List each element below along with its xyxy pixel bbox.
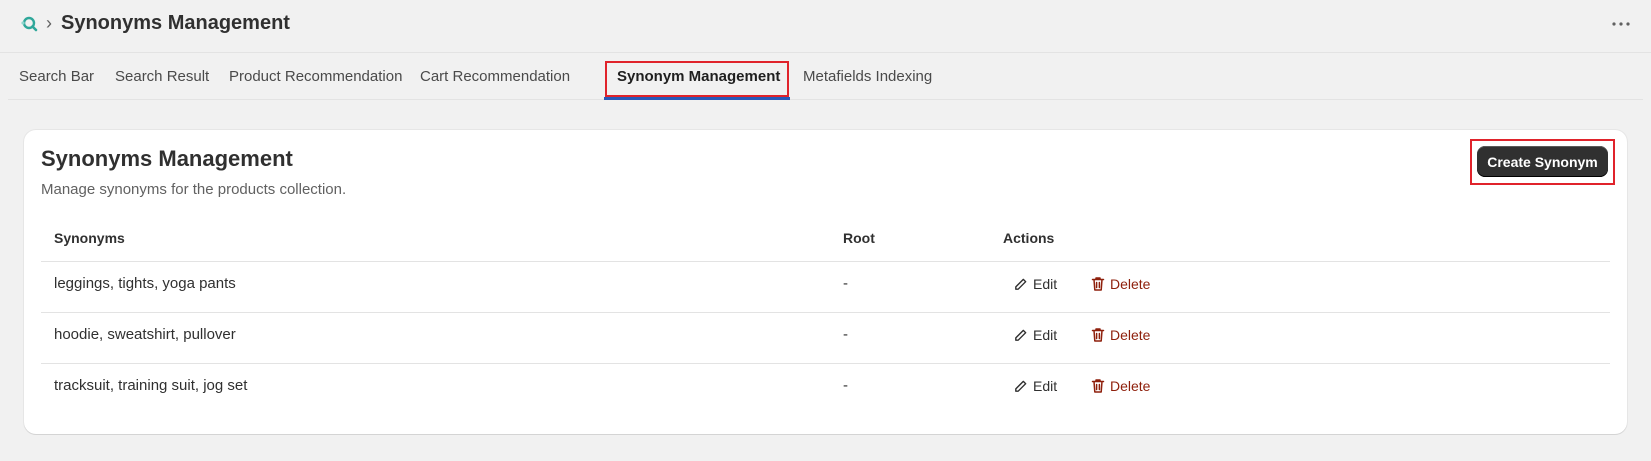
synonyms-card: Synonyms Management Manage synonyms for … xyxy=(24,130,1627,434)
table-row: tracksuit, training suit, jog set - Edit… xyxy=(41,364,1610,415)
table-header: Synonyms Root Actions xyxy=(41,212,1610,262)
trash-icon xyxy=(1091,327,1105,343)
delete-label: Delete xyxy=(1110,276,1151,292)
table-row: leggings, tights, yoga pants - Edit Dele… xyxy=(41,262,1610,313)
card-subtitle: Manage synonyms for the products collect… xyxy=(41,181,347,198)
more-horizontal-icon xyxy=(1612,22,1630,26)
pencil-icon xyxy=(1013,328,1028,343)
delete-label: Delete xyxy=(1110,378,1151,394)
table-row: hoodie, sweatshirt, pullover - Edit Dele… xyxy=(41,313,1610,364)
synonyms-cell: hoodie, sweatshirt, pullover xyxy=(54,326,236,343)
top-bar: › Synonyms Management xyxy=(0,0,1651,53)
synonyms-cell: tracksuit, training suit, jog set xyxy=(54,377,248,394)
column-header-actions: Actions xyxy=(1003,230,1055,246)
tab-search-bar[interactable]: Search Bar xyxy=(8,53,105,100)
tab-bar: Search Bar Search Result Product Recomme… xyxy=(8,53,1643,100)
tab-cart-recommendation[interactable]: Cart Recommendation xyxy=(409,53,581,100)
root-cell: - xyxy=(843,326,848,343)
trash-icon xyxy=(1091,378,1105,394)
active-tab-underline xyxy=(604,97,790,100)
active-tab-highlight-box xyxy=(605,61,789,97)
pencil-icon xyxy=(1013,277,1028,292)
edit-button[interactable]: Edit xyxy=(1013,276,1057,292)
page-title: Synonyms Management xyxy=(61,12,290,34)
edit-label: Edit xyxy=(1033,327,1058,343)
edit-label: Edit xyxy=(1033,276,1058,292)
create-synonym-button[interactable]: Create Synonym xyxy=(1477,146,1608,177)
more-actions-button[interactable] xyxy=(1605,12,1637,36)
root-cell: - xyxy=(843,275,848,292)
trash-icon xyxy=(1091,276,1105,292)
search-app-logo-icon[interactable] xyxy=(20,15,40,33)
card-title: Synonyms Management xyxy=(41,146,293,171)
root-cell: - xyxy=(843,377,848,394)
delete-label: Delete xyxy=(1110,327,1151,343)
delete-button[interactable]: Delete xyxy=(1091,378,1150,394)
pencil-icon xyxy=(1013,379,1028,394)
synonyms-table: Synonyms Root Actions leggings, tights, … xyxy=(41,212,1610,415)
column-header-root: Root xyxy=(843,230,875,246)
edit-button[interactable]: Edit xyxy=(1013,378,1057,394)
breadcrumb-separator: › xyxy=(46,13,52,33)
tab-metafields-indexing[interactable]: Metafields Indexing xyxy=(792,53,943,100)
edit-button[interactable]: Edit xyxy=(1013,327,1057,343)
tab-search-result[interactable]: Search Result xyxy=(104,53,220,100)
synonyms-cell: leggings, tights, yoga pants xyxy=(54,275,236,292)
column-header-synonyms: Synonyms xyxy=(54,230,125,246)
delete-button[interactable]: Delete xyxy=(1091,327,1150,343)
tab-product-recommendation[interactable]: Product Recommendation xyxy=(218,53,413,100)
delete-button[interactable]: Delete xyxy=(1091,276,1150,292)
edit-label: Edit xyxy=(1033,378,1058,394)
